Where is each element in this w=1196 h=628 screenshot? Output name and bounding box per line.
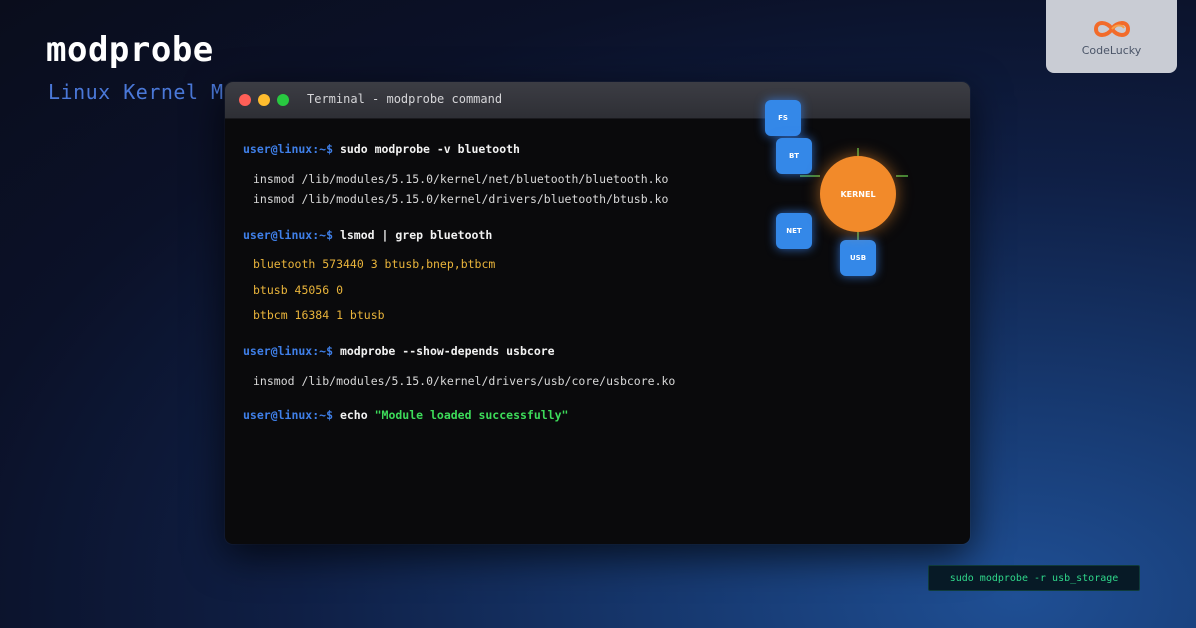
output-line: bluetooth 573440 3 btusb,bnep,btbcm bbox=[253, 257, 496, 271]
terminal-title: Terminal - modprobe command bbox=[307, 92, 503, 106]
command-line: user@linux:~$ echo "Module loaded succes… bbox=[243, 408, 569, 422]
logo-text: CodeLucky bbox=[1081, 44, 1142, 57]
infinity-logo-icon bbox=[1090, 16, 1134, 42]
command-argument: "Module loaded successfully" bbox=[374, 408, 569, 422]
minimize-button[interactable] bbox=[258, 94, 270, 106]
command-line: user@linux:~$ modprobe --show-depends us… bbox=[243, 344, 555, 358]
module-usb-button[interactable]: USB bbox=[840, 240, 876, 276]
output-line: insmod /lib/modules/5.15.0/kernel/driver… bbox=[253, 192, 669, 206]
module-net-button[interactable]: NET bbox=[776, 213, 812, 249]
terminal-window[interactable]: Terminal - modprobe command user@linux:~… bbox=[225, 82, 970, 544]
prompt: user@linux:~$ bbox=[243, 142, 334, 156]
terminal-output[interactable]: user@linux:~$ sudo modprobe -v bluetooth… bbox=[225, 119, 970, 421]
command-line: user@linux:~$ lsmod | grep bluetooth bbox=[243, 228, 493, 242]
module-bt-button[interactable]: BT bbox=[776, 138, 812, 174]
command-snippet[interactable]: sudo modprobe -r usb_storage bbox=[928, 565, 1140, 591]
prompt: user@linux:~$ bbox=[243, 228, 334, 242]
close-button[interactable] bbox=[239, 94, 251, 106]
command-line: user@linux:~$ sudo modprobe -v bluetooth bbox=[243, 142, 520, 156]
output-line: insmod /lib/modules/5.15.0/kernel/driver… bbox=[253, 374, 676, 388]
output-line: insmod /lib/modules/5.15.0/kernel/net/bl… bbox=[253, 172, 669, 186]
prompt: user@linux:~$ bbox=[243, 408, 334, 422]
codelucky-logo[interactable]: CodeLucky bbox=[1046, 0, 1177, 73]
command-text: lsmod | grep bluetooth bbox=[339, 228, 493, 242]
command-text: sudo modprobe -v bluetooth bbox=[339, 142, 520, 156]
command-text: modprobe --show-depends usbcore bbox=[339, 344, 555, 358]
prompt: user@linux:~$ bbox=[243, 344, 334, 358]
command-text: echo bbox=[339, 408, 368, 422]
maximize-button[interactable] bbox=[277, 94, 289, 106]
page-title: modprobe bbox=[46, 30, 214, 70]
output-line: btusb 45056 0 bbox=[253, 283, 344, 297]
module-fs-button[interactable]: FS bbox=[765, 100, 801, 136]
kernel-node[interactable]: KERNEL bbox=[820, 156, 896, 232]
output-line: btbcm 16384 1 btusb bbox=[253, 308, 385, 322]
terminal-titlebar[interactable]: Terminal - modprobe command bbox=[225, 82, 970, 119]
